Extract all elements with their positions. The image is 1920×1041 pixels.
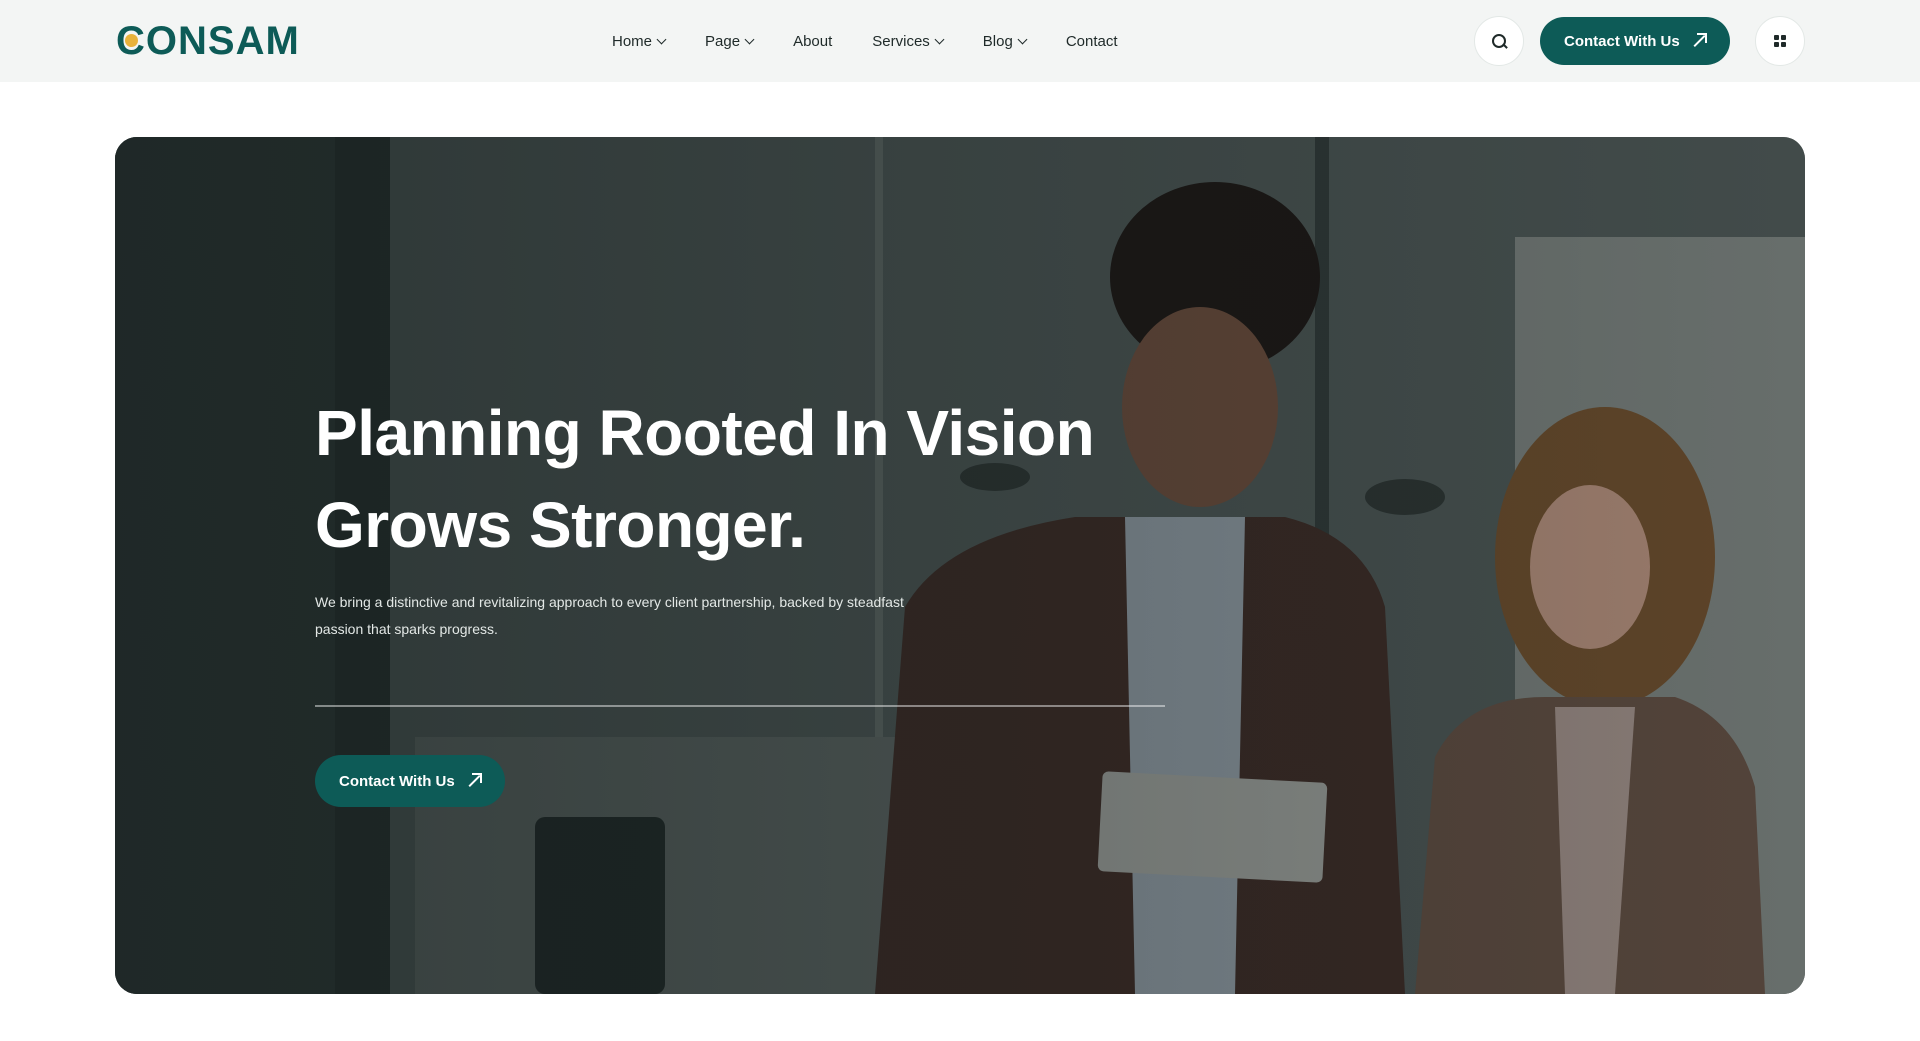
hero-content: Planning Rooted In Vision Grows Stronger… <box>315 387 1215 807</box>
nav-item-about[interactable]: About <box>793 33 832 50</box>
chevron-down-icon <box>744 34 755 44</box>
nav-item-label: Home <box>612 32 653 50</box>
nav-item-home[interactable]: Home <box>612 32 667 50</box>
button-label: Contact With Us <box>339 772 455 790</box>
hero-title: Planning Rooted In Vision Grows Stronger… <box>315 387 1215 571</box>
nav-item-label: Blog <box>982 32 1013 50</box>
logo-text: CONSAM <box>116 18 300 63</box>
hero-banner: Planning Rooted In Vision Grows Stronger… <box>115 137 1805 994</box>
nav-item-label: Services <box>872 32 930 50</box>
chevron-down-icon <box>934 34 945 44</box>
search-icon <box>1491 33 1507 49</box>
arrow-up-right-icon <box>1692 33 1707 48</box>
button-label: Contact With Us <box>1564 32 1680 50</box>
arrow-up-right-icon <box>467 773 482 788</box>
hero-contact-button[interactable]: Contact With Us <box>315 755 505 807</box>
chevron-down-icon <box>656 34 667 44</box>
nav-item-blog[interactable]: Blog <box>982 32 1028 50</box>
menu-button[interactable] <box>1755 16 1805 66</box>
hero-title-line-1: Planning Rooted In Vision <box>315 397 1095 469</box>
grid-menu-icon <box>1774 35 1786 47</box>
main-nav: Home Page About Services Blog Contact <box>612 0 1158 82</box>
chevron-down-icon <box>1017 34 1028 44</box>
nav-item-services[interactable]: Services <box>872 32 945 50</box>
nav-item-label: Page <box>705 32 741 50</box>
nav-item-page[interactable]: Page <box>705 32 755 50</box>
divider <box>315 705 1165 707</box>
nav-item-label: Contact <box>1065 32 1118 50</box>
site-header: CONSAM Home Page About Services Blog Con… <box>0 0 1920 82</box>
logo[interactable]: CONSAM <box>116 18 300 63</box>
search-button[interactable] <box>1474 16 1524 66</box>
hero-description: We bring a distinctive and revitalizing … <box>315 594 904 637</box>
hero-title-line-2: Grows Stronger. <box>315 489 806 561</box>
nav-item-contact[interactable]: Contact <box>1066 33 1118 50</box>
nav-item-label: About <box>793 32 833 50</box>
contact-with-us-button[interactable]: Contact With Us <box>1540 17 1730 65</box>
